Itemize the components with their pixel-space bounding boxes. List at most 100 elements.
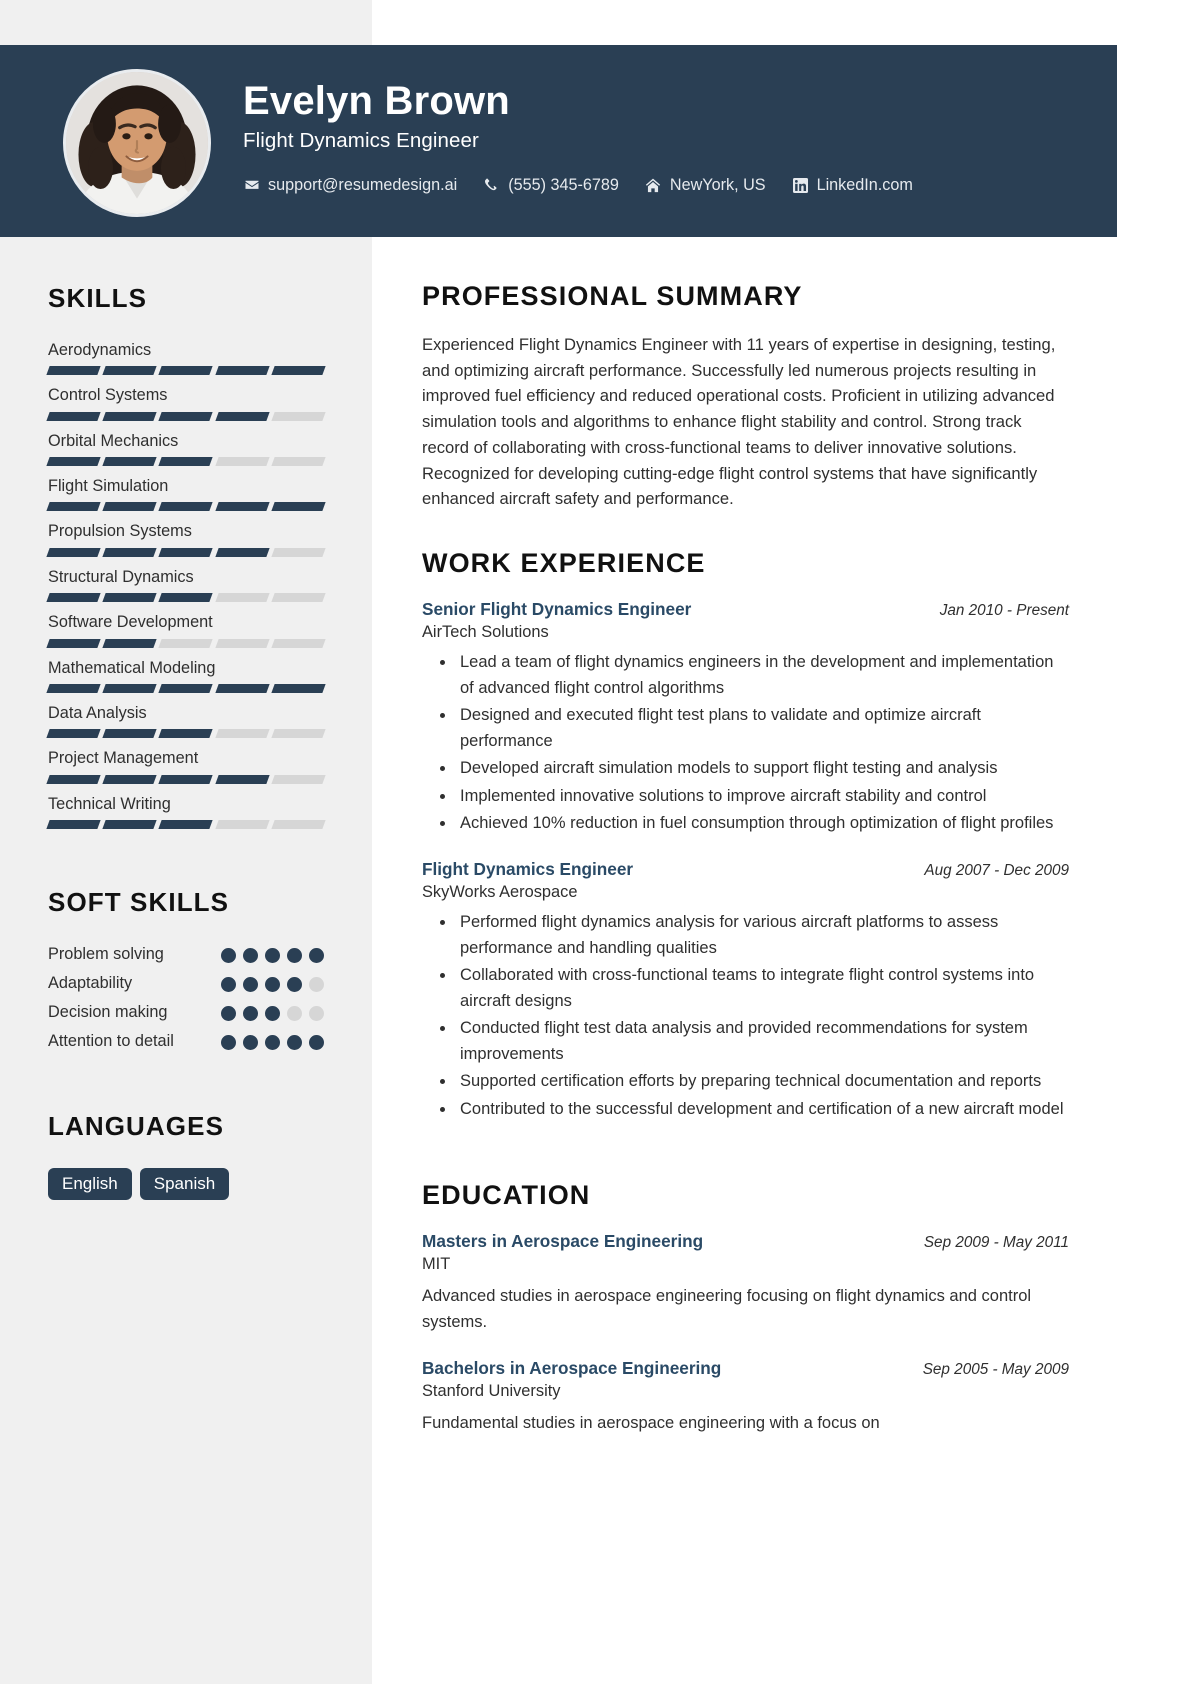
experience-bullet: Performed flight dynamics analysis for v…: [456, 910, 1069, 961]
skill-level-bar: [46, 457, 326, 467]
skill-bar-segment: [102, 457, 158, 467]
experience-date: Aug 2007 - Dec 2009: [924, 861, 1069, 879]
skill-bar-segment: [271, 547, 326, 557]
skill-bar-segment: [46, 774, 101, 784]
experience-title: Flight Dynamics Engineer: [422, 858, 634, 879]
soft-skill-row: Decision making: [48, 1002, 324, 1023]
language-pill: English: [48, 1167, 132, 1200]
skill-row: Aerodynamics: [46, 340, 326, 376]
education-list: Masters in Aerospace Engineering Sep 2009…: [422, 1231, 1069, 1436]
soft-skill-rating: [221, 944, 324, 963]
skill-bar-segment: [214, 819, 270, 829]
soft-skills-heading: SOFT SKILLS: [48, 886, 230, 917]
rating-dot: [309, 977, 324, 993]
skill-bar-segment: [46, 411, 101, 421]
skill-name: Aerodynamics: [48, 341, 152, 359]
skill-level-bar: [46, 638, 326, 648]
experience-bullet: Supported certification efforts by prepa…: [456, 1069, 1069, 1095]
rating-dot: [287, 977, 302, 993]
rating-dot: [243, 1006, 258, 1022]
skill-bar-segment: [271, 729, 326, 739]
experience-bullet: Contributed to the successful developmen…: [456, 1097, 1069, 1123]
resume-header: Evelyn Brown Flight Dynamics Engineer su…: [0, 45, 1117, 237]
education-description: Advanced studies in aerospace engineerin…: [422, 1287, 1032, 1332]
soft-skill-name: Attention to detail: [48, 1032, 174, 1051]
summary-text: Experienced Flight Dynamics Engineer wit…: [422, 335, 1056, 509]
sidebar: SKILLS Aerodynamics Control Systems Orbita…: [0, 237, 372, 1200]
rating-dot: [221, 977, 236, 993]
skill-bar-segment: [46, 547, 101, 557]
experience-bullet: Conducted flight test data analysis and …: [456, 1016, 1069, 1067]
skill-row: Control Systems: [46, 385, 326, 421]
skills-list: Aerodynamics Control Systems Orbital Mecha…: [46, 340, 326, 829]
experience-bullet: Lead a team of flight dynamics engineers…: [456, 650, 1069, 701]
skill-bar-segment: [102, 683, 158, 693]
skill-name: Control Systems: [48, 386, 168, 405]
skill-bar-segment: [214, 502, 270, 512]
skill-row: Technical Writing: [46, 794, 326, 829]
skill-bar-segment: [214, 774, 270, 784]
home-icon: [645, 177, 662, 194]
contact-phone[interactable]: (555) 345-6789: [483, 176, 619, 195]
skill-bar-segment: [46, 457, 101, 467]
soft-skill-row: Attention to detail: [48, 1031, 324, 1052]
full-name: Evelyn Brown: [243, 79, 510, 123]
skill-bar-segment: [158, 457, 214, 467]
education-school: Stanford University: [422, 1381, 561, 1400]
skill-bar-segment: [271, 366, 326, 376]
skill-bar-segment: [102, 638, 158, 648]
education-degree: Bachelors in Aerospace Engineering: [422, 1357, 722, 1378]
skill-level-bar: [46, 774, 326, 784]
skill-bar-segment: [46, 638, 101, 648]
skill-level-bar: [46, 547, 326, 557]
skill-level-bar: [46, 366, 326, 376]
rating-dot: [265, 977, 280, 993]
contact-linkedin[interactable]: LinkedIn.com: [792, 176, 913, 195]
rating-dot: [309, 1006, 324, 1022]
skill-bar-segment: [158, 411, 214, 421]
skill-bar-segment: [271, 683, 326, 693]
rating-dot: [243, 1035, 258, 1051]
avatar: [63, 69, 211, 217]
experience-bullet: Developed aircraft simulation models to …: [456, 756, 1069, 782]
experience-date: Jan 2010 - Present: [939, 602, 1069, 620]
soft-skill-name: Problem solving: [48, 944, 164, 963]
skill-row: Data Analysis: [46, 703, 326, 739]
skill-bar-segment: [271, 774, 326, 784]
rating-dot: [243, 947, 258, 963]
experience-title: Senior Flight Dynamics Engineer: [422, 599, 692, 620]
experience-bullets: Performed flight dynamics analysis for v…: [422, 910, 1069, 1123]
skill-level-bar: [46, 502, 326, 512]
soft-skills-list: Problem solving Adaptability Decision maki…: [48, 944, 324, 1053]
skill-row: Project Management: [46, 748, 326, 784]
rating-dot: [287, 1035, 302, 1051]
entry-header: Bachelors in Aerospace Engineering Sep 20…: [422, 1358, 1069, 1379]
contact-location-text: NewYork, US: [669, 175, 766, 194]
soft-skill-name: Adaptability: [48, 974, 133, 993]
rating-dot: [265, 1035, 280, 1051]
contact-email[interactable]: support@resumedesign.ai: [243, 176, 457, 195]
rating-dot: [287, 1006, 302, 1022]
skill-row: Orbital Mechanics: [46, 431, 326, 467]
rating-dot: [309, 947, 324, 963]
skill-bar-segment: [271, 457, 326, 467]
skill-row: Mathematical Modeling: [46, 658, 326, 693]
skill-name: Project Management: [48, 749, 199, 768]
skill-bar-segment: [102, 411, 158, 421]
contact-location[interactable]: NewYork, US: [645, 176, 766, 195]
skill-bar-segment: [214, 457, 270, 467]
soft-skill-row: Adaptability: [48, 973, 324, 994]
soft-skill-rating: [221, 1031, 324, 1051]
skill-bar-segment: [158, 638, 214, 648]
skill-bar-segment: [102, 774, 158, 784]
skill-level-bar: [46, 819, 326, 829]
rating-dot: [221, 947, 236, 963]
education-heading: EDUCATION: [422, 1180, 591, 1211]
contact-linkedin-text: LinkedIn.com: [816, 175, 913, 194]
skill-bar-segment: [158, 366, 214, 376]
resume-page: Evelyn Brown Flight Dynamics Engineer su…: [0, 0, 1117, 1684]
rating-dot: [265, 1006, 280, 1022]
skill-level-bar: [46, 683, 326, 693]
skill-name: Technical Writing: [48, 794, 171, 813]
